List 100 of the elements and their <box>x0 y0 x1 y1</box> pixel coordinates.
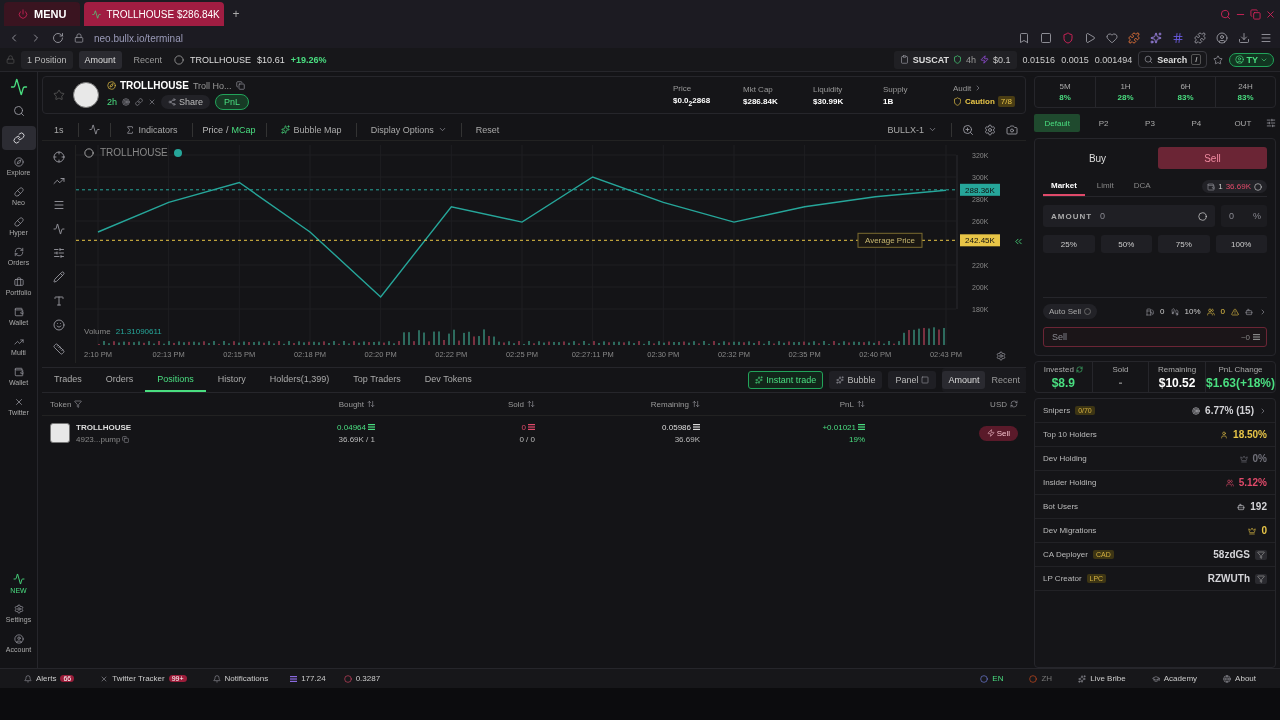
column-header[interactable]: Remaining <box>650 399 689 409</box>
preset-tab[interactable]: P3 <box>1126 114 1174 132</box>
preset-tab[interactable]: P2 <box>1080 114 1127 132</box>
browser-tab[interactable]: TROLLHOUSE $286.84K <box>84 2 225 26</box>
column-header[interactable]: Bought <box>338 399 364 409</box>
sell-button[interactable]: Sell <box>978 425 1018 441</box>
view-tab[interactable]: Amount <box>78 50 122 69</box>
x-logo-icon[interactable] <box>148 98 156 106</box>
amount-field[interactable]: AMOUNT 0 <box>1043 205 1215 227</box>
settings-icon[interactable] <box>984 123 996 136</box>
extension-icon[interactable] <box>1128 32 1140 44</box>
copy-icon[interactable] <box>122 435 130 443</box>
column-header[interactable]: PnL <box>839 399 854 409</box>
refresh-icon[interactable] <box>1075 365 1083 373</box>
preset-tab[interactable]: P4 <box>1173 114 1220 132</box>
language-button[interactable]: ZH <box>1025 674 1057 683</box>
auto-sell-toggle[interactable]: Auto Sell <box>1043 304 1098 319</box>
sidebar-item[interactable] <box>1 126 36 150</box>
indicators-button[interactable]: Indicators <box>120 124 182 135</box>
extension-icon[interactable] <box>1172 32 1184 44</box>
brush-icon[interactable] <box>52 271 65 283</box>
status-bar-item[interactable]: Notifications <box>208 674 273 683</box>
play-icon[interactable] <box>1084 32 1096 44</box>
mcap-mode-toggle[interactable]: MCap <box>231 124 256 135</box>
price-mode-toggle[interactable]: Price <box>202 124 224 135</box>
filter-button[interactable] <box>1255 573 1267 584</box>
crosshair-icon[interactable] <box>52 151 65 163</box>
filter-button[interactable] <box>1255 549 1267 560</box>
copy-icon[interactable] <box>235 81 245 90</box>
url-text[interactable]: neo.bullx.io/terminal <box>94 32 183 44</box>
refresh-icon[interactable] <box>1010 400 1018 408</box>
panel-tab[interactable]: Orders <box>93 368 146 392</box>
display-options-button[interactable]: Display Options <box>366 124 451 135</box>
panel-tab[interactable]: Trades <box>42 368 94 392</box>
zoom-icon[interactable] <box>962 123 974 136</box>
column-header[interactable]: Token <box>50 399 72 409</box>
panel-tab[interactable]: Top Traders <box>341 368 413 392</box>
pnl-button[interactable]: PnL <box>215 94 250 110</box>
trade-side-tab[interactable]: Sell <box>1158 147 1267 169</box>
download-icon[interactable] <box>1238 32 1250 44</box>
extension-icon[interactable] <box>1150 32 1162 44</box>
quick-amount-button[interactable]: 50% <box>1100 235 1152 253</box>
sliders-icon[interactable] <box>1266 118 1277 128</box>
sliders-icon[interactable] <box>52 247 65 259</box>
view-tab[interactable]: Recent <box>127 50 169 69</box>
instant-trade-button[interactable]: Instant trade <box>748 371 824 389</box>
percent-field[interactable]: 0 % <box>1221 205 1267 227</box>
quick-amount-button[interactable]: 75% <box>1158 235 1210 253</box>
sell-field[interactable]: Sell ~0 <box>1043 327 1267 347</box>
search-icon[interactable] <box>1220 8 1231 20</box>
view-tab[interactable]: Amount <box>942 371 986 389</box>
shield-icon[interactable] <box>1062 32 1074 44</box>
profile-icon[interactable] <box>1216 32 1228 44</box>
column-header[interactable]: USD <box>990 399 1007 409</box>
ticker-name[interactable]: TROLLHOUSE <box>190 54 252 65</box>
bubble-button[interactable]: Bubble <box>829 371 883 389</box>
line-tool-icon[interactable] <box>52 175 65 187</box>
new-tab-button[interactable]: + <box>228 7 244 21</box>
language-button[interactable]: EN <box>976 674 1008 683</box>
search-field[interactable]: Search / <box>1138 51 1208 68</box>
order-type-tab[interactable]: Market <box>1043 177 1085 196</box>
quick-amount-button[interactable]: 100% <box>1215 235 1267 253</box>
percent-input[interactable]: 0 <box>1227 210 1251 222</box>
column-header[interactable]: Sold <box>508 399 524 409</box>
audit-link[interactable]: Audit <box>953 83 972 93</box>
lines-icon[interactable] <box>52 199 65 211</box>
menu-icon[interactable] <box>1260 32 1272 44</box>
share-button[interactable]: Share <box>161 95 211 109</box>
menu-button[interactable]: MENU <box>4 2 81 26</box>
order-type-tab[interactable]: DCA <box>1125 177 1159 196</box>
collapse-icon[interactable] <box>1013 236 1024 247</box>
sell-input[interactable]: Sell <box>1050 331 1238 343</box>
star-icon[interactable] <box>53 89 65 101</box>
panel-tab[interactable]: Dev Tokens <box>412 368 484 392</box>
layout-select[interactable]: BULLX-1 <box>883 124 941 135</box>
settings-icon[interactable] <box>996 351 1006 361</box>
restore-icon[interactable] <box>1250 8 1261 20</box>
footer-link[interactable]: Live Bribe <box>1074 674 1130 683</box>
emoji-icon[interactable] <box>52 319 65 331</box>
panel-tab[interactable]: Holders(1,399) <box>257 368 342 392</box>
view-tab[interactable]: Recent <box>985 371 1026 389</box>
panel-tab[interactable]: Positions <box>145 368 206 392</box>
order-type-tab[interactable]: Limit <box>1088 177 1122 196</box>
amount-input[interactable]: 0 <box>1098 210 1192 222</box>
preset-tab[interactable]: OUT <box>1219 114 1267 132</box>
star-icon[interactable] <box>1213 54 1224 65</box>
featured-token-card[interactable]: SUSCAT 4h $0.1 <box>893 50 1017 69</box>
heart-icon[interactable] <box>1106 32 1118 44</box>
interval-button[interactable]: 1s <box>50 124 68 135</box>
camera-icon[interactable] <box>1006 123 1018 136</box>
puzzle-icon[interactable] <box>1194 32 1206 44</box>
close-icon[interactable] <box>1265 8 1276 20</box>
trade-side-tab[interactable]: Buy <box>1043 147 1152 169</box>
account-button[interactable]: TY <box>1229 52 1274 67</box>
footer-link[interactable]: Academy <box>1147 674 1202 683</box>
bubble-map-button[interactable]: Bubble Map <box>276 124 346 135</box>
panel-button[interactable]: Panel <box>888 371 937 389</box>
preset-tab[interactable]: Default <box>1034 114 1081 132</box>
footer-link[interactable]: About <box>1219 674 1260 683</box>
quick-amount-button[interactable]: 25% <box>1043 235 1095 253</box>
